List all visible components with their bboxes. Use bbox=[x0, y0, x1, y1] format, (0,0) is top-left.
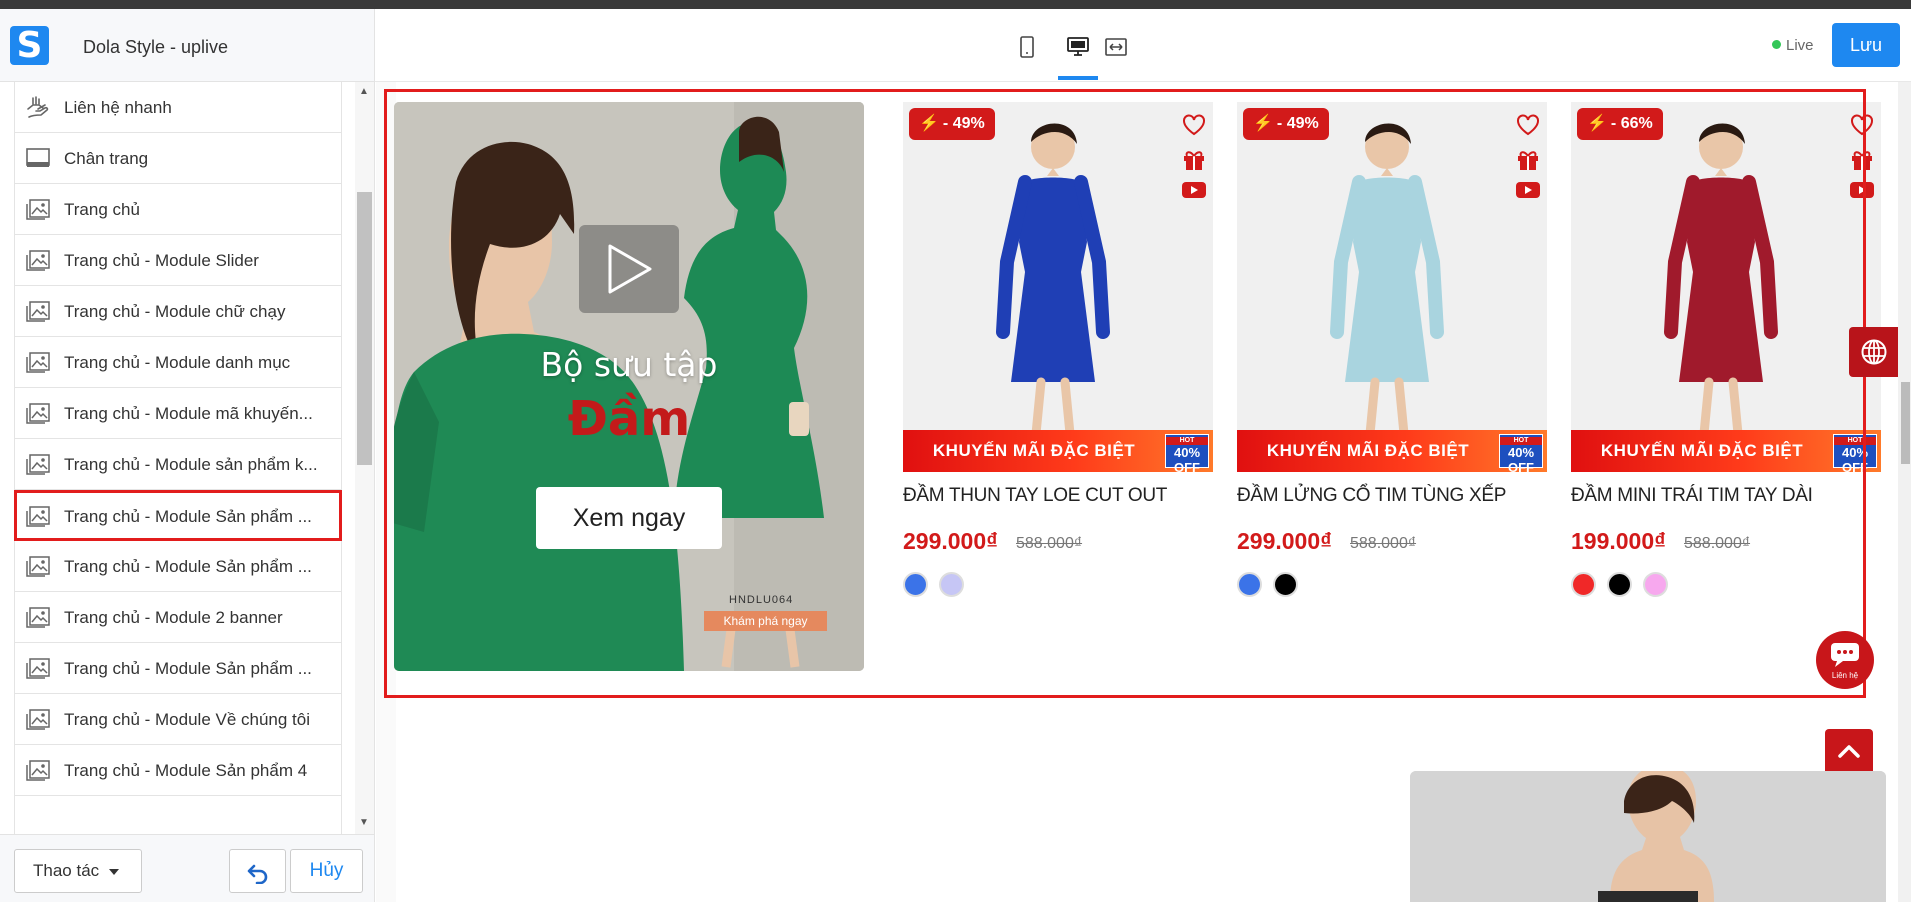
contact-label: Liên hệ bbox=[1831, 671, 1859, 680]
sidebar-item[interactable]: Trang chủ - Module Sản phẩm 4 bbox=[14, 745, 342, 796]
live-label: Live bbox=[1786, 37, 1814, 54]
sidebar-item-label: Trang chủ - Module danh mục bbox=[64, 353, 291, 372]
next-section-preview bbox=[1410, 771, 1886, 902]
image-icon bbox=[26, 301, 50, 322]
chevron-up-icon bbox=[1838, 745, 1860, 758]
contact-hand-icon bbox=[27, 96, 49, 118]
sidebar-item[interactable]: Trang chủ - Module Sản phẩm ... bbox=[14, 490, 342, 541]
image-icon bbox=[26, 658, 50, 679]
sidebar-item-label: Trang chủ - Module Sản phẩm ... bbox=[64, 659, 312, 678]
cancel-button[interactable]: Hủy bbox=[290, 849, 363, 893]
brand-area: S Dola Style - uplive bbox=[0, 9, 375, 82]
undo-icon bbox=[247, 864, 268, 884]
model-photo bbox=[1410, 771, 1886, 902]
image-icon bbox=[26, 556, 50, 577]
app-title: Dola Style - uplive bbox=[83, 37, 229, 57]
sidebar-item[interactable]: Trang chủ - Module Sản phẩm ... bbox=[14, 643, 342, 694]
back-to-top-button[interactable] bbox=[1825, 729, 1873, 775]
editor-toolbar: Live Lưu bbox=[375, 9, 1911, 82]
sidebar-item-label: Trang chủ - Module Sản phẩm ... bbox=[64, 507, 312, 526]
sections-sidebar: Liên hệ nhanh Chân trang Trang chủ Trang ch… bbox=[0, 82, 375, 834]
live-dot-icon bbox=[1772, 40, 1781, 49]
language-button[interactable] bbox=[1849, 327, 1899, 377]
sidebar-item[interactable]: Chân trang bbox=[14, 133, 342, 184]
preview-scrollbar[interactable] bbox=[1898, 82, 1911, 902]
image-icon bbox=[26, 250, 50, 271]
sidebar-item-label: Trang chủ - Module chữ chạy bbox=[64, 302, 286, 321]
sidebar-item[interactable]: Trang chủ - Module sản phẩm k... bbox=[14, 439, 342, 490]
sidebar-item-label: Trang chủ - Module mã khuyến... bbox=[64, 404, 313, 423]
sidebar-item[interactable]: Trang chủ - Module danh mục bbox=[14, 337, 342, 388]
chat-icon bbox=[1831, 643, 1859, 667]
theme-editor: S Dola Style - uplive Live Lưu Liên hệ n… bbox=[0, 9, 1911, 902]
contact-float-button[interactable]: Liên hệ bbox=[1816, 631, 1874, 689]
image-icon bbox=[26, 352, 50, 373]
footer-layout-icon bbox=[26, 148, 50, 167]
sidebar-footer: Thao tác Hủy bbox=[0, 834, 375, 902]
image-icon bbox=[26, 709, 50, 730]
save-button[interactable]: Lưu bbox=[1832, 23, 1900, 67]
sidebar-item[interactable]: Trang chủ - Module 2 banner bbox=[14, 592, 342, 643]
image-icon bbox=[26, 760, 50, 781]
selected-section-outline bbox=[384, 89, 1866, 698]
sidebar-item[interactable]: Trang chủ - Module Slider bbox=[14, 235, 342, 286]
sidebar-item-label: Trang chủ - Module 2 banner bbox=[64, 608, 283, 627]
actions-label: Thao tác bbox=[33, 861, 100, 880]
globe-icon bbox=[1861, 339, 1887, 365]
sidebar-item[interactable]: Trang chủ bbox=[14, 184, 342, 235]
preview-scrollbar-thumb[interactable] bbox=[1901, 382, 1910, 464]
sidebar-item-label: Liên hệ nhanh bbox=[64, 98, 172, 117]
image-icon bbox=[26, 607, 50, 628]
image-icon bbox=[26, 403, 50, 424]
image-icon bbox=[26, 506, 50, 527]
sidebar-item-label: Trang chủ - Module Sản phẩm ... bbox=[64, 557, 312, 576]
live-status: Live bbox=[1772, 37, 1814, 54]
sidebar-item[interactable]: Trang chủ - Module mã khuyến... bbox=[14, 388, 342, 439]
storefront-preview: Bộ sưu tập Đầm Xem ngay HNDLU064 Khám ph… bbox=[376, 82, 1911, 902]
actions-dropdown[interactable]: Thao tác bbox=[14, 849, 142, 893]
app-logo: S bbox=[10, 26, 49, 65]
image-icon bbox=[26, 199, 50, 220]
scroll-down-icon[interactable]: ▼ bbox=[359, 817, 369, 828]
sidebar-item-label: Trang chủ - Module Sản phẩm 4 bbox=[64, 761, 308, 780]
fullwidth-icon[interactable] bbox=[1104, 35, 1128, 59]
sidebar-item[interactable]: Liên hệ nhanh bbox=[14, 82, 342, 133]
sidebar-item-label: Chân trang bbox=[64, 149, 149, 168]
desktop-icon[interactable] bbox=[1066, 35, 1090, 59]
mobile-icon[interactable] bbox=[1015, 35, 1039, 59]
sidebar-item[interactable]: Trang chủ - Module Về chúng tôi bbox=[14, 694, 342, 745]
sidebar-scrollbar-thumb[interactable] bbox=[357, 192, 372, 465]
sidebar-item[interactable]: Trang chủ - Module chữ chạy bbox=[14, 286, 342, 337]
caret-down-icon bbox=[109, 869, 119, 875]
sidebar-item-partial[interactable] bbox=[14, 796, 342, 834]
image-icon bbox=[26, 454, 50, 475]
sidebar-item-label: Trang chủ - Module Về chúng tôi bbox=[64, 710, 311, 729]
undo-button[interactable] bbox=[229, 849, 286, 893]
sidebar-item-label: Trang chủ - Module sản phẩm k... bbox=[64, 455, 318, 474]
window-top-strip bbox=[0, 0, 1911, 9]
scroll-up-icon[interactable]: ▲ bbox=[359, 86, 369, 97]
sidebar-item[interactable]: Trang chủ - Module Sản phẩm ... bbox=[14, 541, 342, 592]
sidebar-item-label: Trang chủ bbox=[64, 200, 140, 219]
sidebar-item-label: Trang chủ - Module Slider bbox=[64, 251, 259, 270]
active-device-indicator bbox=[1058, 76, 1098, 80]
